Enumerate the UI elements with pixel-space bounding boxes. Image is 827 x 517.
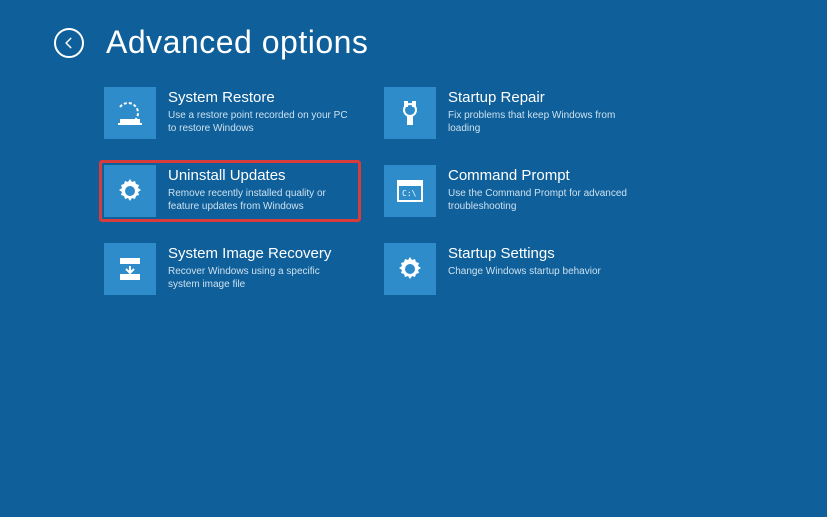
tile-uninstall-updates[interactable]: Uninstall Updates Remove recently instal… [100,161,360,221]
tile-title: System Image Recovery [168,245,348,263]
restore-icon [104,87,156,139]
tile-text: Startup Repair Fix problems that keep Wi… [448,87,628,135]
wrench-icon [384,87,436,139]
tile-text: Startup Settings Change Windows startup … [448,243,601,278]
gear-icon [104,165,156,217]
tile-title: Uninstall Updates [168,167,348,185]
tile-title: Startup Settings [448,245,601,263]
gear-icon [384,243,436,295]
tile-desc: Fix problems that keep Windows from load… [448,109,628,135]
back-button[interactable] [54,28,84,58]
terminal-icon: C:\ [384,165,436,217]
tile-desc: Recover Windows using a specific system … [168,265,348,291]
tile-desc: Change Windows startup behavior [448,265,601,278]
tile-text: Uninstall Updates Remove recently instal… [168,165,348,213]
tile-startup-settings[interactable]: Startup Settings Change Windows startup … [380,239,640,299]
tile-command-prompt[interactable]: C:\ Command Prompt Use the Command Promp… [380,161,640,221]
header: Advanced options [0,0,827,61]
tile-title: Command Prompt [448,167,628,185]
tile-desc: Use a restore point recorded on your PC … [168,109,348,135]
tile-title: System Restore [168,89,348,107]
tile-system-image-recovery[interactable]: System Image Recovery Recover Windows us… [100,239,360,299]
tile-desc: Remove recently installed quality or fea… [168,187,348,213]
tile-title: Startup Repair [448,89,628,107]
tile-desc: Use the Command Prompt for advanced trou… [448,187,628,213]
tile-text: Command Prompt Use the Command Prompt fo… [448,165,628,213]
tile-text: System Image Recovery Recover Windows us… [168,243,348,291]
tile-text: System Restore Use a restore point recor… [168,87,348,135]
image-recovery-icon [104,243,156,295]
tile-startup-repair[interactable]: Startup Repair Fix problems that keep Wi… [380,83,640,143]
options-grid: System Restore Use a restore point recor… [0,61,827,299]
svg-text:C:\: C:\ [402,189,417,198]
page-title: Advanced options [106,24,368,61]
arrow-left-icon [62,36,76,50]
tile-system-restore[interactable]: System Restore Use a restore point recor… [100,83,360,143]
